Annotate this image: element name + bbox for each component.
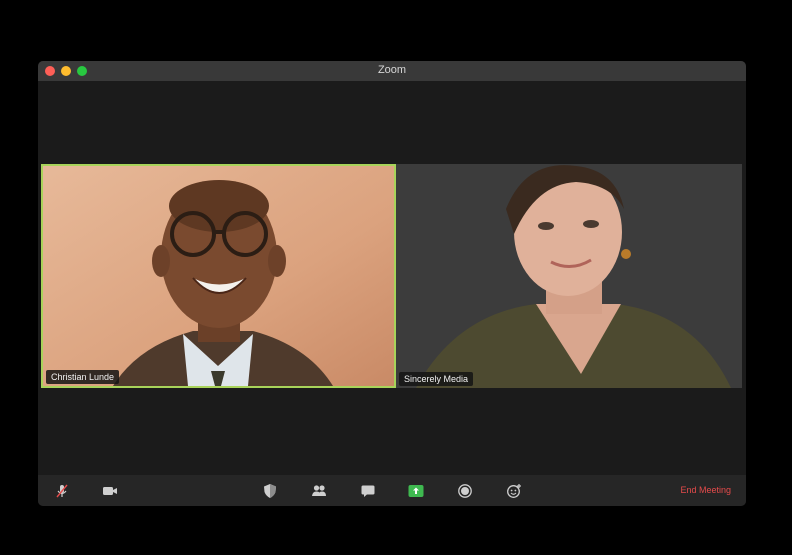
chat-bubble-icon[interactable] (360, 483, 376, 499)
participant-video-tile[interactable]: Christian Lunde (41, 164, 396, 388)
video-camera-icon[interactable] (102, 483, 118, 499)
share-screen-icon[interactable] (408, 483, 424, 499)
participant-name-label: Sincerely Media (399, 372, 474, 386)
end-meeting-button[interactable]: End Meeting (680, 485, 731, 495)
participant-video-tile[interactable]: Sincerely Media (396, 164, 742, 388)
microphone-muted-icon[interactable] (54, 483, 70, 499)
meeting-toolbar: End Meeting (38, 475, 746, 506)
participant-video-christian (43, 166, 394, 386)
record-icon[interactable] (457, 483, 473, 499)
title-bar: Zoom (38, 61, 746, 81)
participant-name-label: Christian Lunde (46, 370, 120, 384)
shield-icon[interactable] (262, 483, 278, 499)
zoom-window: Zoom Christian Lunde Sincerely Media End… (38, 61, 746, 506)
window-title: Zoom (377, 64, 407, 76)
participant-video-sincerely (396, 164, 742, 388)
reaction-icon[interactable] (506, 483, 522, 499)
participants-icon[interactable] (311, 483, 327, 499)
